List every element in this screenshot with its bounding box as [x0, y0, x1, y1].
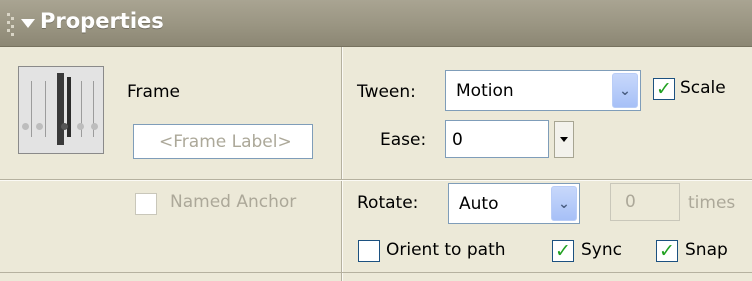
ease-input[interactable]: 0 [445, 120, 549, 158]
rotate-select[interactable]: Auto ⌄ [448, 183, 580, 224]
tween-label: Tween: [357, 82, 416, 102]
times-label: times [688, 193, 736, 213]
panel-bottom-border [0, 272, 752, 273]
chevron-down-icon [560, 137, 568, 142]
row-divider-highlight [0, 180, 752, 181]
named-anchor-checkbox[interactable] [135, 193, 157, 215]
checkmark-icon: ✓ [555, 239, 571, 262]
tween-select[interactable]: Motion ⌄ [445, 70, 641, 111]
rotate-times-value: 0 [625, 192, 636, 212]
ease-dropdown-button[interactable] [554, 121, 574, 158]
scale-label: Scale [680, 78, 726, 98]
scale-checkbox[interactable]: ✓ [653, 78, 675, 100]
frame-label-input[interactable]: <Frame Label> [133, 124, 313, 159]
frame-timeline-icon [18, 66, 104, 154]
frame-label-placeholder: <Frame Label> [159, 132, 292, 152]
checkmark-icon: ✓ [659, 239, 675, 262]
frame-label: Frame [127, 82, 180, 102]
rotate-times-input[interactable]: 0 [610, 183, 680, 221]
snap-label: Snap [685, 240, 728, 260]
ease-value: 0 [452, 130, 463, 150]
chevron-down-icon[interactable]: ⌄ [612, 73, 638, 108]
sync-checkbox[interactable]: ✓ [552, 240, 574, 262]
panel-title-bar[interactable]: Properties [0, 0, 752, 47]
ease-label: Ease: [380, 130, 427, 150]
tween-value: Motion [456, 81, 514, 101]
checkmark-icon: ✓ [656, 77, 672, 100]
orient-to-path-label: Orient to path [386, 240, 506, 260]
grip-handle-icon[interactable] [7, 13, 15, 36]
orient-to-path-checkbox[interactable] [358, 240, 380, 262]
named-anchor-label: Named Anchor [170, 192, 297, 212]
sync-label: Sync [581, 240, 622, 260]
rotate-label: Rotate: [357, 193, 419, 213]
section-divider-highlight [342, 47, 343, 281]
snap-checkbox[interactable]: ✓ [656, 240, 678, 262]
collapse-triangle-icon[interactable] [21, 19, 35, 28]
chevron-down-icon[interactable]: ⌄ [551, 186, 577, 221]
panel-title: Properties [40, 9, 164, 33]
rotate-value: Auto [459, 194, 499, 214]
